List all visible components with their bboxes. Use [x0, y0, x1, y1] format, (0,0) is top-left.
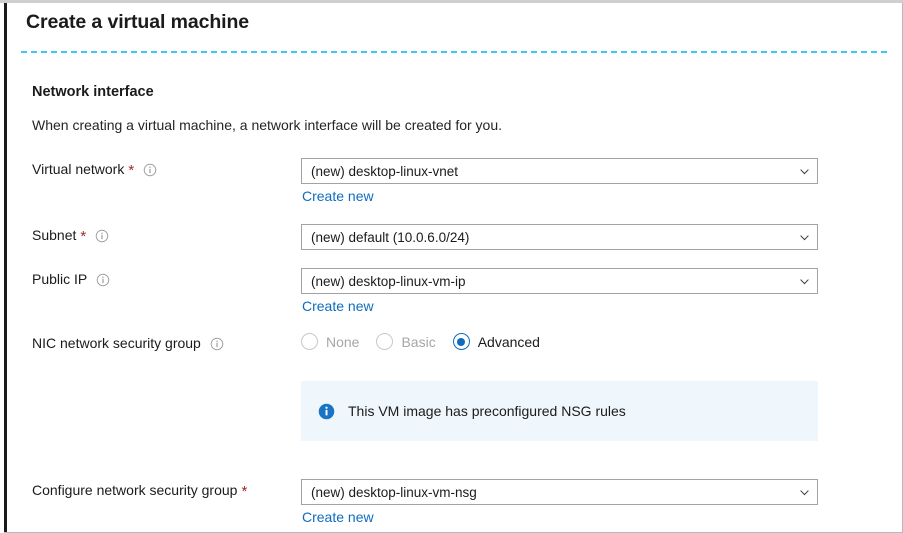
radio-label-basic: Basic [401, 333, 436, 350]
label-public-ip: Public IP [32, 271, 110, 287]
nic-nsg-radio-group[interactable]: None Basic Advanced [301, 333, 540, 350]
chevron-down-icon [797, 274, 811, 288]
chevron-down-icon [797, 485, 811, 499]
info-circle-icon[interactable] [95, 229, 109, 243]
label-configure-network-security-group: Configure network security group * [32, 482, 248, 500]
label-nic-nsg-text: NIC network security group [32, 335, 201, 351]
public-ip-dropdown[interactable]: (new) desktop-linux-vm-ip [301, 268, 818, 294]
section-heading: Network interface [32, 84, 154, 100]
virtual-network-dropdown[interactable]: (new) desktop-linux-vnet [301, 158, 818, 184]
label-subnet: Subnet * [32, 227, 109, 245]
label-nic-network-security-group: NIC network security group [32, 335, 224, 351]
radio-option-advanced[interactable]: Advanced [452, 333, 540, 350]
radio-circle-advanced [452, 333, 470, 350]
page-title: Create a virtual machine [26, 11, 250, 33]
label-configure-nsg-text: Configure network security group [32, 482, 238, 498]
subnet-dropdown[interactable]: (new) default (10.0.6.0/24) [301, 224, 818, 250]
preconfigured-nsg-info-banner: This VM image has preconfigured NSG rule… [301, 381, 818, 441]
label-subnet-text: Subnet [32, 227, 77, 243]
radio-option-basic: Basic [376, 333, 436, 350]
configure-nsg-value: (new) desktop-linux-vm-nsg [311, 484, 477, 500]
required-asterisk: * [80, 227, 87, 245]
required-asterisk: * [128, 161, 135, 179]
info-circle-icon[interactable] [210, 337, 224, 351]
section-divider [21, 51, 887, 53]
blade-content: Create a virtual machine Network interfa… [7, 3, 902, 532]
label-virtual-network: Virtual network * [32, 161, 157, 179]
configure-nsg-create-new-link[interactable]: Create new [302, 509, 374, 525]
radio-circle-basic [376, 333, 394, 350]
blade-frame: Create a virtual machine Network interfa… [0, 0, 903, 533]
radio-label-none: None [326, 333, 360, 350]
required-asterisk: * [241, 482, 248, 500]
chevron-down-icon [797, 230, 811, 244]
radio-option-none: None [301, 333, 359, 350]
label-public-ip-text: Public IP [32, 271, 88, 287]
info-circle-icon[interactable] [96, 273, 110, 287]
chevron-down-icon [797, 164, 811, 178]
info-filled-icon [318, 403, 335, 420]
virtual-network-value: (new) desktop-linux-vnet [311, 163, 459, 179]
label-virtual-network-text: Virtual network [32, 161, 125, 177]
banner-message: This VM image has preconfigured NSG rule… [348, 403, 626, 419]
public-ip-create-new-link[interactable]: Create new [302, 298, 374, 314]
info-circle-icon[interactable] [143, 163, 157, 177]
configure-network-security-group-dropdown[interactable]: (new) desktop-linux-vm-nsg [301, 479, 818, 505]
radio-label-advanced: Advanced [477, 333, 540, 350]
public-ip-value: (new) desktop-linux-vm-ip [311, 273, 466, 289]
virtual-network-create-new-link[interactable]: Create new [302, 188, 374, 204]
section-description: When creating a virtual machine, a netwo… [32, 117, 503, 133]
radio-circle-none [301, 333, 318, 350]
subnet-value: (new) default (10.0.6.0/24) [311, 229, 470, 245]
